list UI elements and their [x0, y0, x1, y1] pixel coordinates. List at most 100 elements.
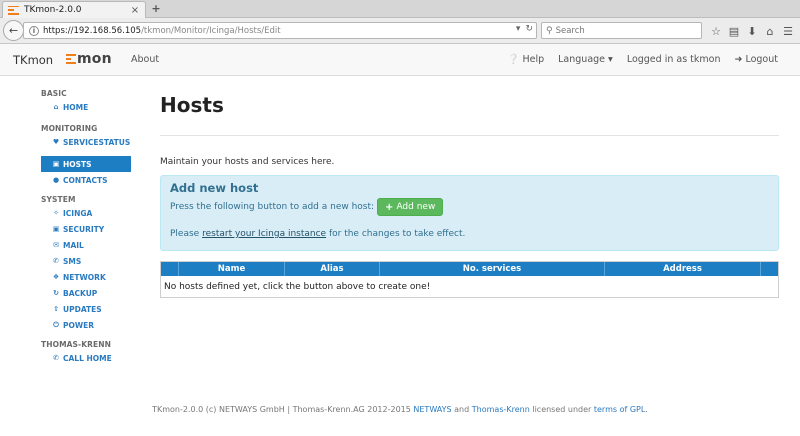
browser-toolbar: ← i https://192.168.56.105/tkmon/Monitor…: [0, 18, 800, 44]
download-icon[interactable]: ⬇: [743, 22, 761, 40]
sidebar-item-power[interactable]: ⏻ POWER: [41, 317, 131, 333]
add-host-panel: Add new host Press the following button …: [160, 175, 779, 251]
sidebar-item-label: HOME: [63, 102, 89, 112]
sidebar-section-monitoring: MONITORING: [41, 124, 98, 133]
netways-link[interactable]: NETWAYS: [413, 405, 451, 414]
url-path: /tkmon/Monitor/Icinga/Hosts/Edit: [141, 25, 281, 36]
url-host: https://192.168.56.105: [43, 25, 142, 36]
app-navbar: TKmon mon About ❔ Help Language ▾ Logged i…: [0, 44, 800, 76]
sidebar-item-servicestatus[interactable]: ♥ SERVICESTATUS: [41, 134, 131, 150]
language-label: Language: [558, 54, 606, 65]
plus-icon: +: [385, 201, 394, 213]
hosts-table: Name Alias No. services Address No hosts…: [160, 261, 779, 298]
browser-search-box[interactable]: ⚲: [541, 22, 702, 39]
desktop-icon: ▣: [52, 160, 60, 168]
logo-bars-icon: [66, 53, 76, 66]
sidebar-item-label: ICINGA: [63, 208, 93, 218]
brand-name[interactable]: TKmon: [13, 53, 53, 67]
thomas-krenn-link[interactable]: Thomas-Krenn: [472, 405, 530, 414]
sidebar-item-updates[interactable]: ⇧ UPDATES: [41, 301, 131, 317]
lock-icon: ▣: [52, 225, 60, 233]
sidebar-item-hosts[interactable]: ▣ HOSTS: [41, 156, 131, 172]
question-circle-icon: ❔: [507, 54, 520, 65]
restart-prefix: Please: [170, 229, 200, 239]
help-link[interactable]: ❔ Help: [508, 54, 545, 65]
sidebar-item-label: SERVICESTATUS: [63, 137, 131, 147]
home-icon: ⌂: [53, 103, 59, 111]
sidebar-item-icinga[interactable]: ✧ ICINGA: [41, 205, 131, 221]
sidebar-item-contacts[interactable]: ● CONTACTS: [41, 172, 131, 188]
icinga-icon: ✧: [53, 209, 59, 217]
browser-tab[interactable]: TKmon-2.0.0 ×: [2, 1, 146, 18]
table-header-services[interactable]: No. services: [380, 262, 605, 276]
table-header-name[interactable]: Name: [179, 262, 285, 276]
info-icon[interactable]: i: [29, 25, 39, 36]
add-host-heading: Add new host: [170, 181, 259, 195]
reload-icon[interactable]: ↻: [525, 24, 533, 34]
menu-icon[interactable]: ☰: [779, 22, 797, 40]
sidebar-item-backup[interactable]: ↻ BACKUP: [41, 285, 131, 301]
add-host-instruction: Press the following button to add a new …: [170, 202, 375, 212]
back-arrow-icon[interactable]: ←: [3, 20, 24, 41]
restart-notice: Please restart your Icinga instance for …: [170, 229, 465, 239]
table-header-address[interactable]: Address: [605, 262, 761, 276]
user-icon: ●: [52, 176, 60, 184]
sidebar-item-security[interactable]: ▣ SECURITY: [41, 221, 131, 237]
footer-copyright: TKmon-2.0.0 (c) NETWAYS GmbH | Thomas-Kr…: [152, 405, 411, 414]
table-empty-row: No hosts defined yet, click the button a…: [164, 281, 431, 292]
table-header-actions: [761, 262, 778, 276]
reading-list-icon[interactable]: ▤: [725, 22, 743, 40]
sidebar-section-thomas-krenn: THOMAS-KRENN: [41, 340, 112, 349]
main-content: Hosts Maintain your hosts and services h…: [160, 90, 779, 298]
logout-icon: ➜: [734, 54, 743, 65]
footer-licensed: licensed under: [532, 405, 592, 414]
url-bar[interactable]: i https://192.168.56.105/tkmon/Monitor/I…: [23, 22, 537, 39]
sidebar-item-home[interactable]: ⌂ HOME: [41, 99, 131, 115]
tkmon-logo[interactable]: mon: [66, 51, 112, 67]
logo-text: mon: [77, 51, 112, 67]
title-divider: [160, 135, 779, 136]
table-header: Name Alias No. services Address: [161, 262, 778, 276]
tab-close-icon[interactable]: ×: [130, 5, 140, 16]
browser-tab-bar: TKmon-2.0.0 × +: [0, 0, 800, 18]
sidebar-item-network[interactable]: ❖ NETWORK: [41, 269, 131, 285]
sidebar-item-label: BACKUP: [63, 288, 98, 298]
dropdown-arrow-icon[interactable]: ▾: [516, 24, 521, 34]
gpl-license-link[interactable]: terms of GPL: [594, 405, 645, 414]
sidebar-section-system: SYSTEM: [41, 195, 76, 204]
phone-icon: ✆: [53, 354, 59, 362]
sidebar-item-call-home[interactable]: ✆ CALL HOME: [41, 350, 131, 366]
sidebar-item-sms[interactable]: ✆ SMS: [41, 253, 131, 269]
phone-icon: ✆: [53, 257, 59, 265]
add-new-label: Add new: [396, 202, 436, 212]
language-dropdown[interactable]: Language ▾: [558, 54, 613, 65]
sidebar-item-label: UPDATES: [63, 304, 102, 314]
page-description: Maintain your hosts and services here.: [160, 157, 335, 167]
caret-down-icon: ▾: [608, 54, 613, 65]
bookmark-star-icon[interactable]: ☆: [707, 22, 725, 40]
logout-link[interactable]: ➜ Logout: [735, 54, 779, 65]
heart-icon: ♥: [52, 138, 60, 146]
search-icon: ⚲: [546, 25, 553, 36]
footer: TKmon-2.0.0 (c) NETWAYS GmbH | Thomas-Kr…: [0, 405, 800, 414]
logged-in-user: Logged in as tkmon: [626, 54, 721, 65]
sidebar-item-label: HOSTS: [63, 159, 92, 169]
sidebar-item-mail[interactable]: ✉ MAIL: [41, 237, 131, 253]
help-label: Help: [522, 54, 545, 65]
table-header-expand: [161, 262, 179, 276]
home-icon[interactable]: ⌂: [761, 22, 779, 40]
footer-period: .: [645, 405, 648, 414]
sidebar-item-label: POWER: [63, 320, 95, 330]
add-new-button[interactable]: + Add new: [377, 198, 444, 216]
sidebar-section-basic: BASIC: [41, 89, 67, 98]
table-header-alias[interactable]: Alias: [285, 262, 380, 276]
new-tab-icon[interactable]: +: [150, 2, 162, 15]
about-link[interactable]: About: [131, 54, 159, 65]
sidebar-item-label: SECURITY: [63, 224, 105, 234]
power-icon: ⏻: [53, 320, 59, 329]
browser-search-input[interactable]: [555, 25, 696, 36]
sidebar-item-label: CONTACTS: [63, 175, 108, 185]
restart-icinga-link[interactable]: restart your Icinga instance: [202, 229, 326, 239]
upload-icon: ⇧: [53, 305, 59, 313]
envelope-icon: ✉: [53, 241, 59, 249]
